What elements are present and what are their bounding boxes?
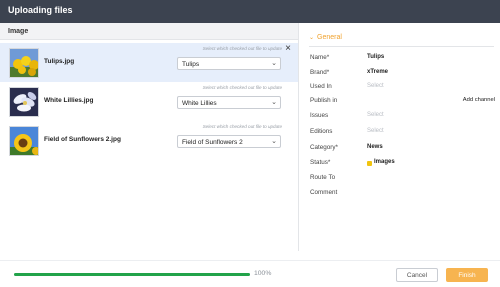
finish-button[interactable]: Finish — [446, 268, 488, 282]
properties-panel: ⌄ General Name* Tulips Brand* xTreme Used… — [299, 23, 500, 251]
upload-progress-fill — [14, 273, 250, 276]
chevron-down-icon: ⌄ — [309, 35, 315, 41]
file-row-white-lillies[interactable]: White Lillies.jpg Select which checked o… — [0, 82, 298, 121]
upload-dialog: Uploading files Image Tulips.jpg Select … — [0, 0, 500, 287]
field-editions: Editions Select — [310, 128, 384, 135]
files-panel: Image Tulips.jpg Select which checked ou… — [0, 23, 298, 251]
dialog-title: Uploading files — [8, 5, 73, 15]
file-row-sunflowers[interactable]: Field of Sunflowers 2.jpg Select which c… — [0, 121, 298, 160]
files-panel-title: Image — [8, 28, 29, 35]
used-in-select[interactable]: Select — [367, 83, 384, 89]
general-section-toggle[interactable]: ⌄ General — [309, 34, 342, 41]
field-name: Name* Tulips — [310, 54, 385, 61]
editions-select[interactable]: Select — [367, 128, 384, 134]
file-row-tulips[interactable]: Tulips.jpg Select which checked out file… — [0, 43, 298, 82]
field-publish-in: Publish in Add channel — [310, 97, 495, 104]
brand-value[interactable]: xTreme — [367, 69, 388, 75]
field-category: Category* News — [310, 144, 383, 151]
close-icon[interactable]: × — [283, 44, 293, 54]
checked-out-file-select[interactable]: White Lillies ⌄ — [177, 96, 281, 109]
white-lillies-thumbnail — [9, 87, 39, 117]
section-title: General — [317, 34, 342, 41]
checked-out-file-select[interactable]: Field of Sunflowers 2 ⌄ — [177, 135, 281, 148]
add-channel-link[interactable]: Add channel — [463, 97, 495, 103]
section-divider — [309, 46, 494, 47]
category-value[interactable]: News — [367, 144, 383, 150]
status-value: Images — [374, 159, 395, 165]
cancel-button[interactable]: Cancel — [396, 268, 438, 282]
upload-progress-text: 100% — [254, 270, 272, 277]
dialog-footer: 100% Cancel Finish — [0, 260, 500, 287]
update-hint: Select which checked out file to update — [202, 124, 282, 129]
checked-out-file-select[interactable]: Tulips ⌄ — [177, 57, 281, 70]
chevron-down-icon: ⌄ — [271, 138, 277, 145]
file-name: Field of Sunflowers 2.jpg — [44, 136, 121, 143]
field-brand: Brand* xTreme — [310, 69, 389, 76]
file-name: White Lillies.jpg — [44, 97, 94, 104]
name-value[interactable]: Tulips — [367, 54, 384, 60]
issues-select[interactable]: Select — [367, 112, 384, 118]
file-name: Tulips.jpg — [44, 58, 75, 65]
field-status[interactable]: Status* Images — [310, 159, 495, 169]
files-panel-header: Image — [0, 23, 298, 40]
title-bar: Uploading files — [0, 0, 500, 23]
status-color-swatch — [367, 161, 372, 166]
field-route-to[interactable]: Route To — [310, 174, 495, 184]
chevron-down-icon: ⌄ — [271, 99, 277, 106]
field-used-in: Used In Select — [310, 83, 384, 90]
upload-progress-bar — [14, 273, 250, 276]
sunflowers-thumbnail — [9, 126, 39, 156]
update-hint: Select which checked out file to update — [202, 85, 282, 90]
tulips-thumbnail — [9, 48, 39, 78]
field-issues: Issues Select — [310, 112, 384, 119]
update-hint: Select which checked out file to update — [202, 46, 282, 51]
field-comment[interactable]: Comment — [310, 189, 495, 199]
chevron-down-icon: ⌄ — [271, 60, 277, 67]
